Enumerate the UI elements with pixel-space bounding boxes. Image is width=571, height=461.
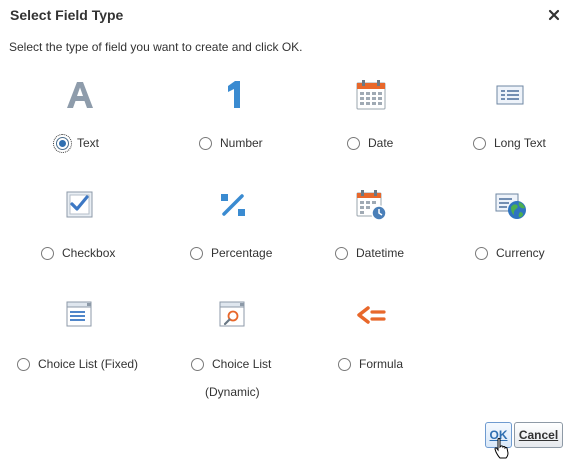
long-text-icon [496,85,524,105]
option-choice-list-dynamic-label: Choice List [212,357,272,371]
option-currency-label: Currency [496,246,545,260]
option-text-label: Text [77,136,100,150]
option-choice-list-fixed-label: Choice List (Fixed) [38,357,139,371]
text-radio[interactable] [53,133,72,153]
option-formula[interactable]: Formula [338,357,403,371]
option-checkbox[interactable]: Checkbox [41,246,115,260]
formula-icon [357,306,386,324]
option-checkbox-label: Checkbox [62,246,116,260]
choice-list-dynamic-radio[interactable] [191,357,204,371]
calendar-icon [356,80,386,110]
dialog-instruction: Select the type of field you want to cre… [9,40,303,54]
option-long-text-label: Long Text [494,136,546,150]
percentage-radio[interactable] [190,246,203,260]
hand-cursor-icon [494,438,509,459]
option-text[interactable]: Text [53,133,100,153]
option-number-label: Number [220,136,263,150]
long-text-radio[interactable] [473,136,486,150]
option-date-label: Date [368,136,394,150]
option-long-text[interactable]: Long Text [473,136,546,150]
datetime-radio[interactable] [335,246,348,260]
option-choice-list-dynamic[interactable]: Choice List [191,357,271,371]
currency-globe-icon [495,193,526,219]
text-letter-a-icon [67,82,93,108]
date-radio[interactable] [347,136,360,150]
option-percentage[interactable]: Percentage [190,246,272,260]
select-field-type-dialog: Select Field Type Select the type of fie… [0,0,571,461]
number-one-icon [228,81,240,108]
option-choice-list-dynamic-label-line2: (Dynamic) [205,385,260,399]
dynamic-list-icon [219,301,245,327]
option-number[interactable]: Number [199,136,263,150]
option-date[interactable]: Date [347,136,393,150]
cancel-button[interactable]: Cancel [514,422,563,448]
option-currency[interactable]: Currency [475,246,545,260]
option-datetime-label: Datetime [356,246,405,260]
checkbox-radio[interactable] [41,246,54,260]
option-formula-label: Formula [359,357,404,371]
dialog-title: Select Field Type [10,7,124,23]
choice-list-fixed-radio[interactable] [17,357,30,371]
checkbox-icon [66,191,93,218]
option-percentage-label: Percentage [211,246,273,260]
close-icon[interactable] [546,7,562,23]
option-choice-list-fixed[interactable]: Choice List (Fixed) [17,357,138,371]
percent-icon [221,194,245,216]
formula-radio[interactable] [338,357,351,371]
number-radio[interactable] [199,136,212,150]
option-datetime[interactable]: Datetime [335,246,404,260]
fixed-list-icon [66,301,92,327]
currency-radio[interactable] [475,246,488,260]
calendar-clock-icon [356,190,387,221]
